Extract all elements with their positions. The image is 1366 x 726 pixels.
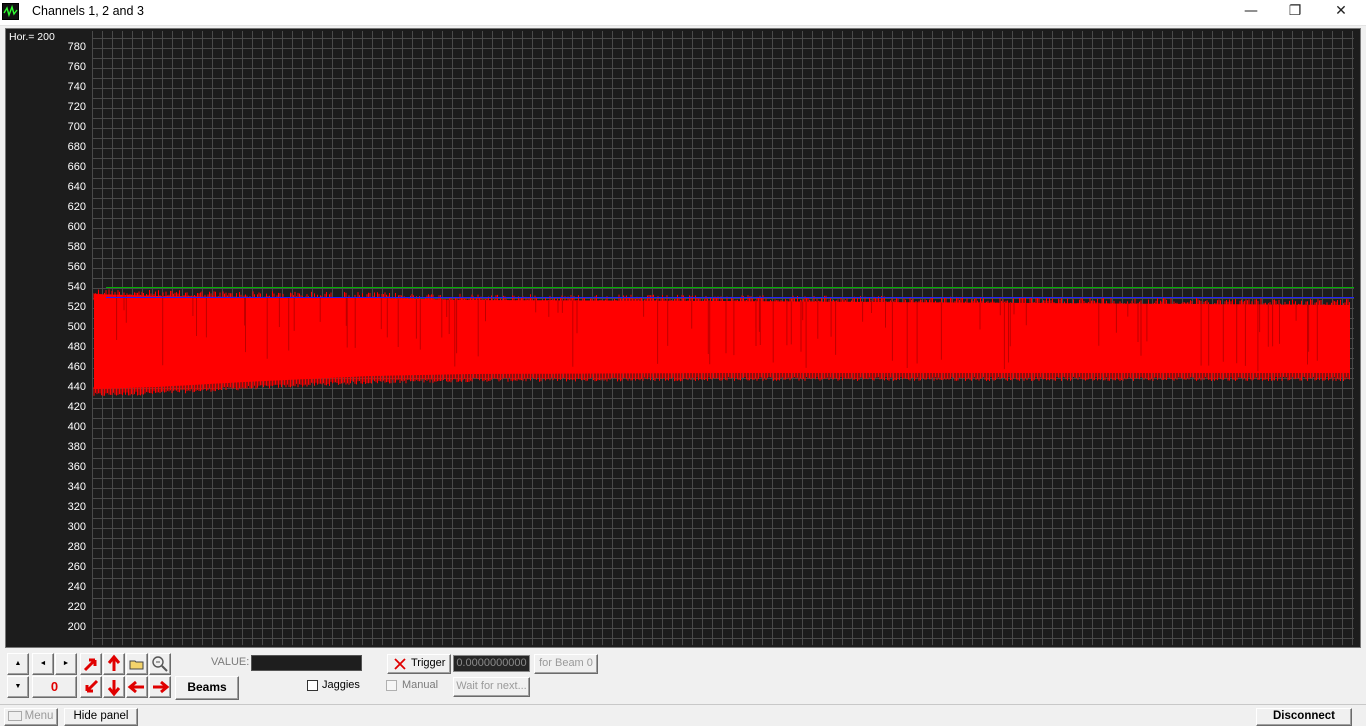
y-tick-label: 560 [67, 261, 86, 273]
oscilloscope-icon [2, 3, 19, 20]
y-tick-label: 220 [67, 601, 86, 613]
left-arrow-icon[interactable] [126, 676, 148, 698]
scroll-right-button[interactable]: ► [55, 653, 77, 675]
y-tick-label: 620 [67, 201, 86, 213]
beams-button[interactable]: Beams [175, 676, 239, 700]
y-tick-label: 380 [67, 441, 86, 453]
y-tick-label: 200 [67, 621, 86, 633]
y-tick-label: 280 [67, 541, 86, 553]
y-tick-label: 320 [67, 501, 86, 513]
y-tick-label: 300 [67, 521, 86, 533]
y-tick-label: 780 [67, 41, 86, 53]
y-tick-label: 500 [67, 321, 86, 333]
y-tick-label: 700 [67, 121, 86, 133]
y-tick-label: 240 [67, 581, 86, 593]
manual-checkbox[interactable] [386, 680, 397, 691]
right-arrow-icon[interactable] [149, 676, 171, 698]
y-tick-label: 340 [67, 481, 86, 493]
trigger-value-field[interactable]: 0.0000000000 [453, 655, 530, 672]
jaggies-checkbox[interactable] [307, 680, 318, 691]
scope-display[interactable]: Hor.= 200 780 760 740 720 700 680 660 640 620 600… [5, 28, 1361, 648]
y-tick-label: 480 [67, 341, 86, 353]
scroll-up-button[interactable]: ▲ [7, 653, 29, 675]
y-tick-label: 760 [67, 61, 86, 73]
y-tick-label: 680 [67, 141, 86, 153]
up-arrow-icon[interactable] [103, 653, 125, 675]
menu-button[interactable]: Menu [4, 708, 58, 726]
down-arrow-icon[interactable] [103, 676, 125, 698]
red-x-icon [394, 658, 406, 670]
y-tick-label: 580 [67, 241, 86, 253]
y-tick-label: 260 [67, 561, 86, 573]
y-tick-label: 740 [67, 81, 86, 93]
beam-number[interactable]: 0 [32, 676, 77, 698]
y-tick-label: 520 [67, 301, 86, 313]
y-tick-label: 600 [67, 221, 86, 233]
title-bar: Channels 1, 2 and 3 — ❐ ✕ [0, 0, 1366, 26]
y-tick-label: 360 [67, 461, 86, 473]
jaggies-label: Jaggies [322, 679, 360, 691]
y-tick-label: 660 [67, 161, 86, 173]
trigger-button[interactable]: Trigger [387, 654, 451, 674]
y-tick-label: 540 [67, 281, 86, 293]
scroll-left-button[interactable]: ◄ [32, 653, 54, 675]
window-title: Channels 1, 2 and 3 [32, 4, 144, 18]
open-folder-icon[interactable] [126, 653, 148, 675]
close-button[interactable]: ✕ [1318, 0, 1364, 24]
minimize-button[interactable]: — [1228, 0, 1274, 24]
zoom-icon[interactable] [149, 653, 171, 675]
scroll-down-button[interactable]: ▼ [7, 676, 29, 698]
diagonal-down-arrow-icon[interactable] [80, 676, 102, 698]
hide-panel-button[interactable]: Hide panel [64, 708, 138, 726]
footer-bar: Menu Hide panel Disconnect [0, 704, 1366, 726]
diagonal-up-arrow-icon[interactable] [80, 653, 102, 675]
horizontal-scale-label: Hor.= 200 [9, 31, 55, 43]
y-tick-label: 440 [67, 381, 86, 393]
for-beam-button[interactable]: for Beam 0 [534, 654, 598, 674]
disconnect-button[interactable]: Disconnect [1256, 708, 1352, 726]
trigger-label: Trigger [411, 657, 446, 669]
y-tick-label: 640 [67, 181, 86, 193]
manual-label: Manual [402, 679, 439, 691]
control-panel: ▲ ▼ ◄ ► 0 Beams VALUE: Jaggies Trigger 0… [5, 650, 1361, 703]
scope-plot [92, 31, 1354, 645]
value-display [251, 655, 362, 671]
y-tick-label: 400 [67, 421, 86, 433]
y-tick-label: 720 [67, 101, 86, 113]
y-tick-label: 460 [67, 361, 86, 373]
value-label: VALUE: [211, 656, 250, 668]
wait-for-next-button[interactable]: Wait for next... [453, 677, 530, 697]
restore-button[interactable]: ❐ [1272, 0, 1318, 24]
y-tick-label: 420 [67, 401, 86, 413]
